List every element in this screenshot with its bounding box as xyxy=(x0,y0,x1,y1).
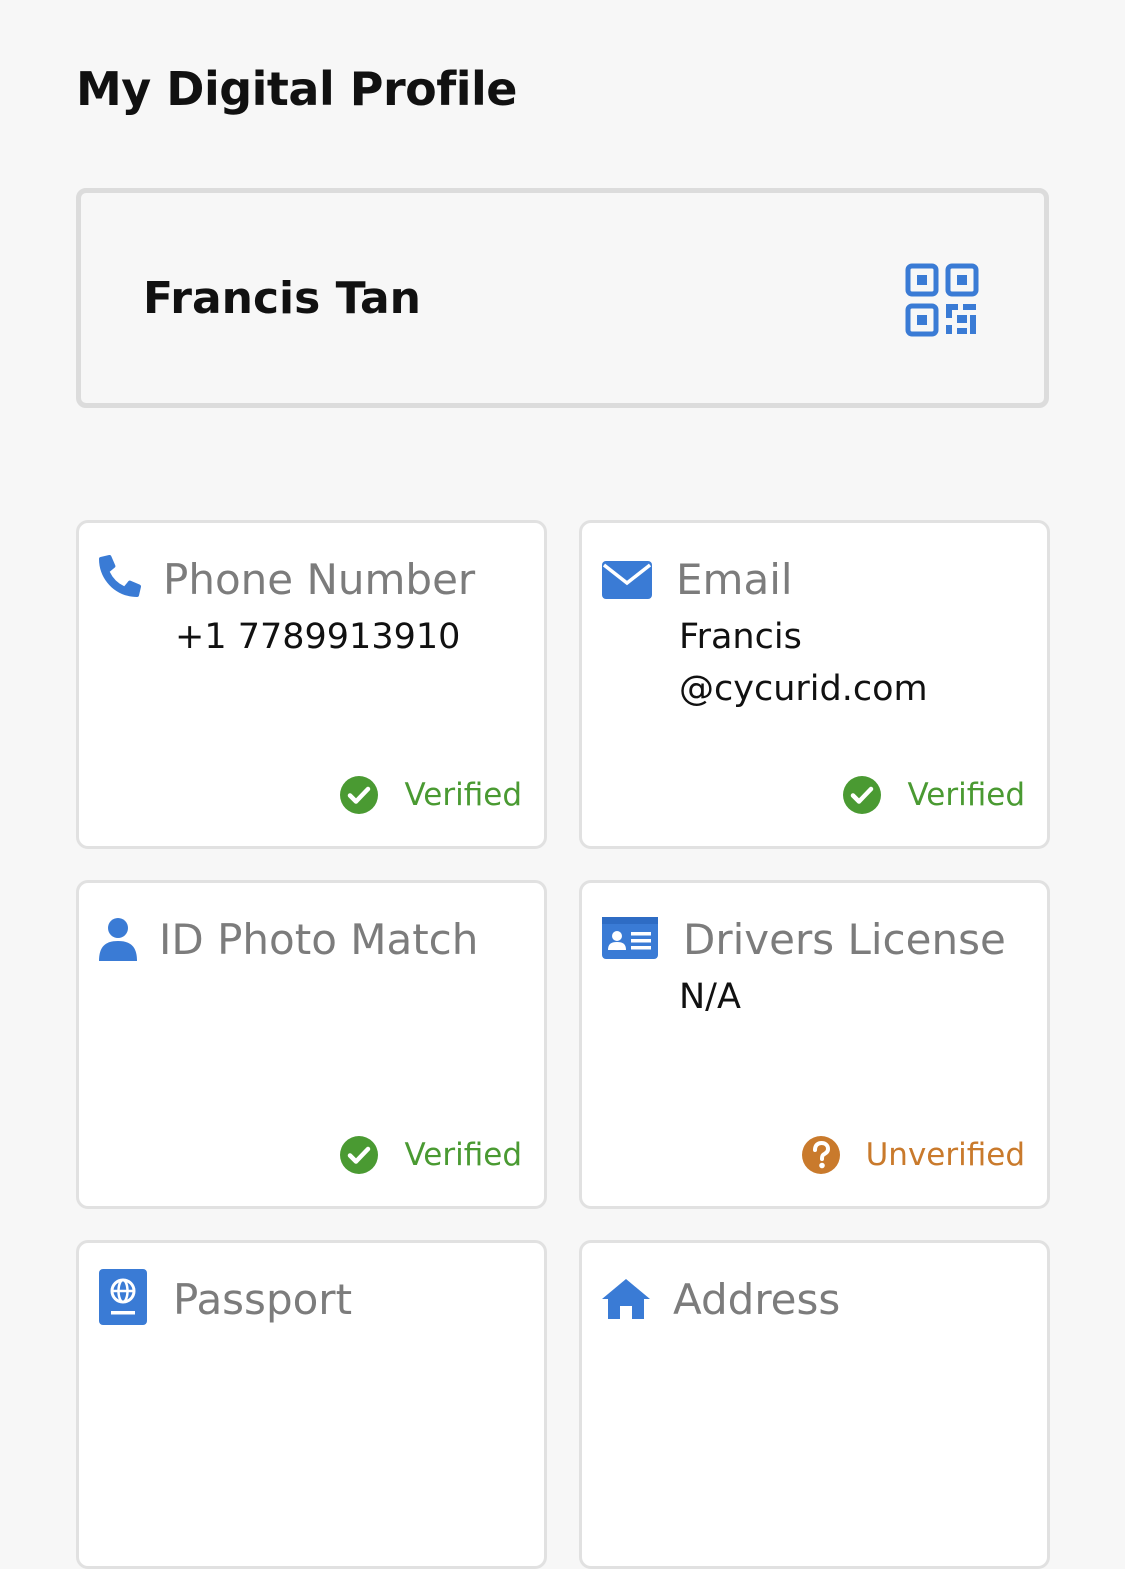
phone-status: Verified xyxy=(339,775,522,815)
id-photo-match-label: ID Photo Match xyxy=(159,915,479,964)
phone-number-card[interactable]: Phone Number +1 7789913910 Verified xyxy=(76,520,547,849)
id-card-icon xyxy=(602,917,658,963)
phone-number-label: Phone Number xyxy=(163,555,476,604)
check-circle-icon xyxy=(843,776,882,814)
user-icon xyxy=(99,917,137,965)
check-circle-icon xyxy=(340,776,379,814)
phone-number-value: +1 7789913910 xyxy=(175,617,461,657)
qr-code-icon[interactable] xyxy=(905,263,979,337)
profile-name: Francis Tan xyxy=(143,273,421,324)
profile-name-card[interactable]: Francis Tan xyxy=(76,188,1049,408)
drivers-license-card[interactable]: Drivers License N/A Unverified xyxy=(579,880,1050,1209)
check-circle-icon xyxy=(340,1136,379,1174)
passport-icon xyxy=(99,1269,147,1329)
email-card[interactable]: Email Francis @cycurid.com Verified xyxy=(579,520,1050,849)
status-unverified-text: Unverified xyxy=(865,1137,1025,1173)
page-title: My Digital Profile xyxy=(76,62,517,116)
drivers-license-label: Drivers License xyxy=(683,915,1006,964)
email-status: Verified xyxy=(842,775,1025,815)
drivers-license-value: N/A xyxy=(679,977,741,1017)
status-verified-text: Verified xyxy=(404,777,522,813)
id-photo-status: Verified xyxy=(339,1135,522,1175)
question-circle-icon xyxy=(801,1136,840,1174)
phone-icon xyxy=(99,555,141,601)
passport-label: Passport xyxy=(173,1275,353,1324)
drivers-license-status: Unverified xyxy=(801,1135,1025,1175)
email-label: Email xyxy=(676,555,793,604)
id-photo-match-card[interactable]: ID Photo Match Verified xyxy=(76,880,547,1209)
passport-card[interactable]: Passport xyxy=(76,1240,547,1569)
home-icon xyxy=(602,1279,650,1323)
email-value: Francis @cycurid.com xyxy=(679,617,928,709)
status-verified-text: Verified xyxy=(907,777,1025,813)
address-label: Address xyxy=(673,1275,841,1324)
envelope-icon xyxy=(602,561,652,603)
status-verified-text: Verified xyxy=(404,1137,522,1173)
address-card[interactable]: Address xyxy=(579,1240,1050,1569)
